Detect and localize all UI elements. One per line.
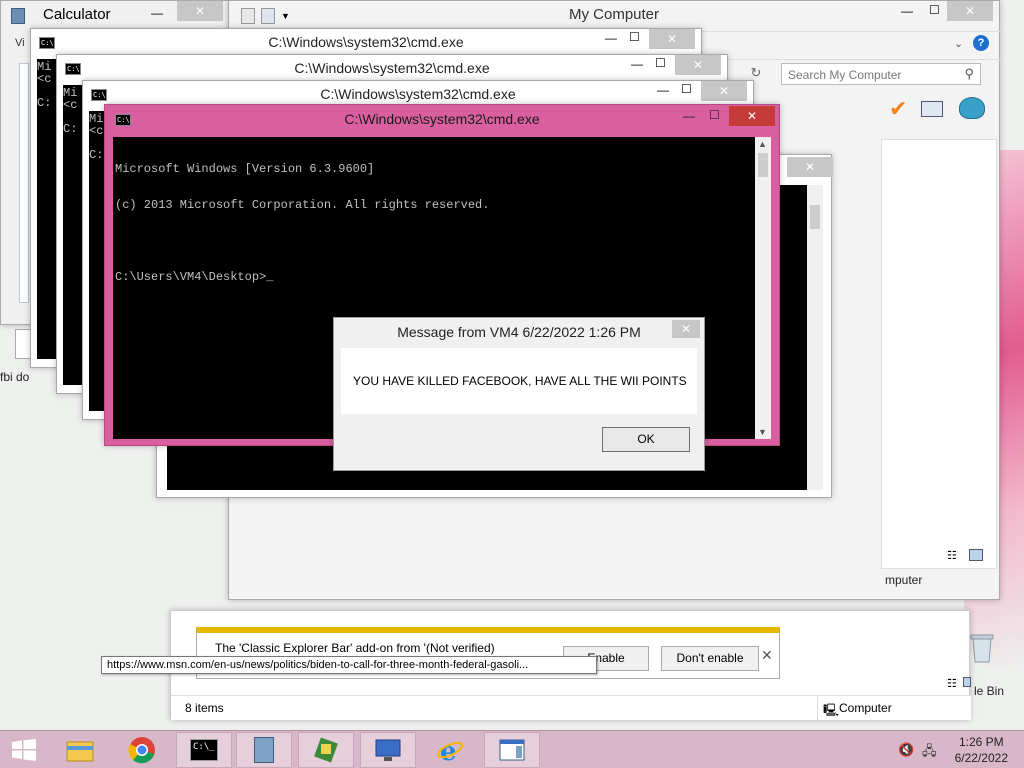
cmd-window-3-close-button[interactable]: ✕ <box>701 81 747 101</box>
chrome-taskbar-button[interactable] <box>114 732 170 768</box>
status-item-count: 8 items <box>185 701 224 715</box>
link-tooltip: https://www.msn.com/en-us/news/politics/… <box>101 656 597 674</box>
clock-date: 6/22/2022 <box>954 751 1008 765</box>
cmd-window-1-console[interactable]: Mi <c C: <box>37 59 57 359</box>
my-computer-maximize-button[interactable]: ☐ <box>929 3 940 17</box>
close-notification-icon[interactable]: ✕ <box>761 647 773 664</box>
cmd-window-active-maximize-button[interactable]: ☐ <box>709 108 720 122</box>
remote-desktop-taskbar-button[interactable] <box>360 732 416 768</box>
cmd-window-2-close-button[interactable]: ✕ <box>675 55 721 75</box>
search-icon[interactable]: ⚲ <box>964 66 974 82</box>
internet-explorer-taskbar-button[interactable]: e <box>422 732 478 768</box>
cmd-window-active-scrollbar[interactable]: ▲ ▼ <box>755 137 771 439</box>
remote-desktop-icon <box>375 739 401 761</box>
cmd-window-3-minimize-button[interactable]: — <box>657 83 669 97</box>
checkmark-icon[interactable]: ✔ <box>889 97 915 121</box>
cmd-window-1-minimize-button[interactable]: — <box>605 31 617 45</box>
ok-button[interactable]: OK <box>602 427 690 452</box>
shell-icon[interactable] <box>959 97 985 119</box>
internet-explorer-icon: e <box>437 737 463 764</box>
status-location: Computer <box>839 701 892 715</box>
search-input[interactable]: Search My Computer ⚲ <box>781 63 981 85</box>
details-pane <box>881 139 997 569</box>
cmd-icon: C:\_ <box>190 739 218 761</box>
start-button[interactable] <box>0 732 48 768</box>
cmd-window-2-maximize-button[interactable]: ☐ <box>655 56 666 70</box>
addon-notification-text: The 'Classic Explorer Bar' add-on from '… <box>215 641 495 655</box>
status-bar: 8 items 🖳 Computer <box>171 695 971 720</box>
dont-enable-button[interactable]: Don't enable <box>661 646 759 671</box>
scroll-thumb[interactable] <box>758 153 768 177</box>
cmd-window-2-console[interactable]: Mi <c C: <box>63 85 83 385</box>
cmd-window-3-title: C:\Windows\system32\cmd.exe <box>320 86 516 102</box>
calculator-icon <box>11 8 25 24</box>
clock-time: 1:26 PM <box>958 735 1004 749</box>
cmd-window-hidden-close-button[interactable]: ✕ <box>787 157 833 177</box>
network-status-icon[interactable]: 🖧 <box>922 742 937 764</box>
console-line: (c) 2013 Microsoft Corporation. All righ… <box>115 198 490 212</box>
calculator-close-button[interactable]: ✕ <box>177 1 223 21</box>
computer-icon: 🖳 <box>823 703 840 717</box>
nav-computer-label[interactable]: mputer <box>885 573 922 587</box>
window-icon <box>499 739 525 761</box>
message-box[interactable]: Message from VM4 6/22/2022 1:26 PM ✕ YOU… <box>333 317 705 471</box>
network-icon <box>314 737 338 763</box>
taskbar: C:\_ e 🔇 🖧 1:26 PM 6/22/2022 <box>0 730 1024 768</box>
calculator-menu-view[interactable]: Vi <box>15 37 25 49</box>
chrome-icon <box>128 737 155 764</box>
cmd-window-active-title: C:\Windows\system32\cmd.exe <box>344 111 540 127</box>
details-view-icon[interactable]: ☷ <box>947 549 957 562</box>
cmd-window-1-title: C:\Windows\system32\cmd.exe <box>268 34 464 50</box>
details-view-icon-lower[interactable]: ☷ <box>947 677 957 690</box>
recycle-bin-label: le Bin <box>974 684 1005 698</box>
console-line: Microsoft Windows [Version 6.3.9600] <box>115 162 375 176</box>
network-app-taskbar-button[interactable] <box>298 732 354 768</box>
explorer-window-taskbar-button[interactable] <box>484 732 540 768</box>
message-box-text: YOU HAVE KILLED FACEBOOK, HAVE ALL THE W… <box>353 374 687 388</box>
volume-muted-icon[interactable]: 🔇 <box>898 742 914 758</box>
scroll-up-icon[interactable]: ▲ <box>758 139 767 149</box>
calculator-taskbar-button[interactable] <box>236 732 292 768</box>
my-computer-close-button[interactable]: ✕ <box>947 1 993 21</box>
window-icon[interactable] <box>921 101 943 117</box>
cmd-window-1-maximize-button[interactable]: ☐ <box>629 30 640 44</box>
help-icon[interactable]: ? <box>973 35 989 51</box>
message-box-close-button[interactable]: ✕ <box>672 320 700 338</box>
cmd-window-1-close-button[interactable]: ✕ <box>649 29 695 49</box>
calculator-minimize-button[interactable]: — <box>151 6 163 20</box>
cmd-window-active-close-button[interactable]: ✕ <box>729 106 775 126</box>
cmd-window-2-title: C:\Windows\system32\cmd.exe <box>294 60 490 76</box>
calculator-buttons-column[interactable] <box>19 63 29 303</box>
windows-icon <box>12 739 36 761</box>
clock[interactable]: 1:26 PM 6/22/2022 <box>955 734 1008 766</box>
calculator-icon <box>254 737 274 763</box>
my-computer-title: My Computer <box>568 6 660 23</box>
large-icons-view-icon[interactable] <box>969 549 983 561</box>
cmd-window-3-maximize-button[interactable]: ☐ <box>681 82 692 96</box>
cmd-window-2-minimize-button[interactable]: — <box>631 57 643 71</box>
console-prompt: C:\Users\VM4\Desktop>_ <box>115 270 274 284</box>
search-placeholder: Search My Computer <box>788 68 902 82</box>
cmd-window-hidden-scrollbar[interactable] <box>807 185 823 490</box>
large-icons-view-icon-lower[interactable] <box>963 677 971 687</box>
scroll-thumb[interactable] <box>810 205 820 229</box>
message-box-title: Message from VM4 6/22/2022 1:26 PM <box>397 324 641 340</box>
svg-text:e: e <box>440 737 457 764</box>
message-box-content: YOU HAVE KILLED FACEBOOK, HAVE ALL THE W… <box>341 348 697 414</box>
cmd-taskbar-button[interactable]: C:\_ <box>176 732 232 768</box>
desktop-icon-label-fbi[interactable]: fbi do <box>0 370 29 384</box>
my-computer-minimize-button[interactable]: — <box>901 4 913 18</box>
scroll-down-icon[interactable]: ▼ <box>758 427 767 437</box>
folder-icon <box>66 741 94 762</box>
calculator-title: Calculator <box>43 6 111 23</box>
ribbon-expand-icon[interactable]: ⌄ <box>954 37 963 50</box>
cmd-window-active-minimize-button[interactable]: — <box>683 109 695 123</box>
file-explorer-taskbar-button[interactable] <box>52 732 108 768</box>
recycle-bin-icon[interactable] <box>968 630 996 664</box>
